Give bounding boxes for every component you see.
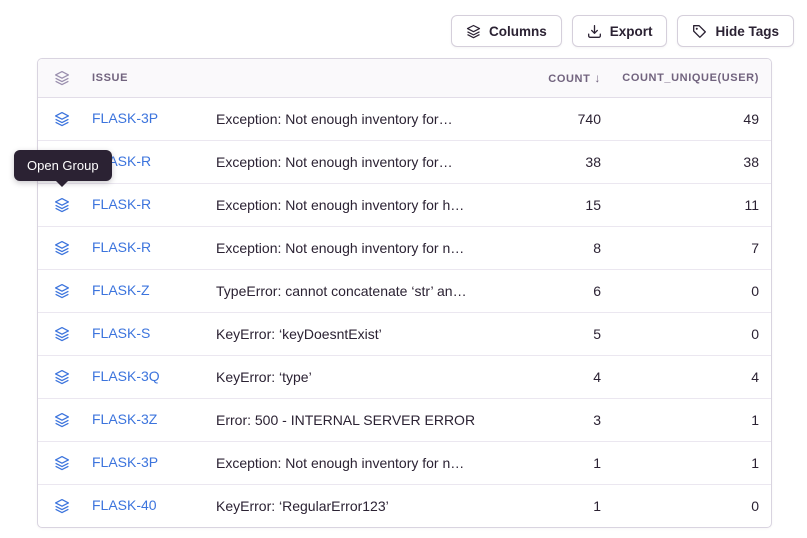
table-row: FLASK-3Z Error: 500 - INTERNAL SERVER ER… bbox=[38, 398, 771, 441]
open-group-icon[interactable] bbox=[54, 369, 70, 385]
issue-title: TypeError: cannot concatenate ‘str’ an… bbox=[208, 283, 481, 299]
count-unique-value: 11 bbox=[611, 197, 771, 213]
count-value: 8 bbox=[481, 240, 611, 256]
open-group-icon[interactable] bbox=[54, 111, 70, 127]
issue-link[interactable]: FLASK-40 bbox=[92, 497, 157, 513]
issue-link[interactable]: FLASK-R bbox=[92, 239, 151, 255]
issue-title: KeyError: ‘keyDoesntExist’ bbox=[208, 326, 481, 342]
column-header-count-unique[interactable]: COUNT_UNIQUE(USER) bbox=[611, 72, 771, 84]
count-unique-value: 1 bbox=[611, 412, 771, 428]
issues-table: ISSUE COUNT ↓ COUNT_UNIQUE(USER) FLASK-3P… bbox=[37, 58, 772, 528]
issue-link[interactable]: FLASK-3Z bbox=[92, 411, 157, 427]
table-row: FLASK-S KeyError: ‘keyDoesntExist’ 5 0 bbox=[38, 312, 771, 355]
sort-desc-icon: ↓ bbox=[594, 71, 601, 85]
open-group-icon[interactable] bbox=[54, 412, 70, 428]
column-header-count[interactable]: COUNT ↓ bbox=[481, 71, 611, 85]
open-group-tooltip: Open Group bbox=[14, 150, 112, 181]
hide-tags-button[interactable]: Hide Tags bbox=[677, 15, 794, 47]
issue-title: Exception: Not enough inventory for n… bbox=[208, 240, 481, 256]
columns-button-label: Columns bbox=[489, 24, 547, 39]
count-value: 15 bbox=[481, 197, 611, 213]
columns-button[interactable]: Columns bbox=[451, 15, 562, 47]
issue-link[interactable]: FLASK-S bbox=[92, 325, 150, 341]
toolbar: Columns Export Hide Tags bbox=[451, 15, 794, 47]
count-value: 4 bbox=[481, 369, 611, 385]
open-group-icon[interactable] bbox=[54, 197, 70, 213]
issue-link[interactable]: FLASK-R bbox=[92, 196, 151, 212]
issue-title: KeyError: ‘RegularError123’ bbox=[208, 498, 481, 514]
table-row: FLASK-R Exception: Not enough inventory … bbox=[38, 140, 771, 183]
issue-link[interactable]: FLASK-3Q bbox=[92, 368, 160, 384]
issue-title: KeyError: ‘type’ bbox=[208, 369, 481, 385]
table-row: FLASK-3Q KeyError: ‘type’ 4 4 bbox=[38, 355, 771, 398]
layers-icon bbox=[466, 24, 481, 39]
table-row: FLASK-3P Exception: Not enough inventory… bbox=[38, 441, 771, 484]
count-unique-value: 1 bbox=[611, 455, 771, 471]
table-row: FLASK-Z TypeError: cannot concatenate ‘s… bbox=[38, 269, 771, 312]
count-value: 3 bbox=[481, 412, 611, 428]
export-button-label: Export bbox=[610, 24, 653, 39]
open-group-icon[interactable] bbox=[54, 326, 70, 342]
count-value: 5 bbox=[481, 326, 611, 342]
issue-title: Exception: Not enough inventory for… bbox=[208, 111, 481, 127]
count-value: 6 bbox=[481, 283, 611, 299]
table-header-row: ISSUE COUNT ↓ COUNT_UNIQUE(USER) bbox=[38, 59, 771, 98]
table-row: FLASK-40 KeyError: ‘RegularError123’ 1 0 bbox=[38, 484, 771, 527]
open-group-icon[interactable] bbox=[54, 240, 70, 256]
count-unique-value: 0 bbox=[611, 283, 771, 299]
export-button[interactable]: Export bbox=[572, 15, 668, 47]
count-unique-value: 0 bbox=[611, 498, 771, 514]
open-group-icon[interactable] bbox=[54, 455, 70, 471]
issue-title: Exception: Not enough inventory for… bbox=[208, 154, 481, 170]
issue-title: Exception: Not enough inventory for n… bbox=[208, 455, 481, 471]
issue-title: Error: 500 - INTERNAL SERVER ERROR bbox=[208, 412, 481, 428]
download-icon bbox=[587, 24, 602, 39]
count-unique-value: 38 bbox=[611, 154, 771, 170]
open-group-icon[interactable] bbox=[54, 498, 70, 514]
column-header-issue[interactable]: ISSUE bbox=[86, 72, 208, 84]
issue-link[interactable]: FLASK-3P bbox=[92, 454, 158, 470]
table-row: FLASK-R Exception: Not enough inventory … bbox=[38, 226, 771, 269]
count-unique-value: 49 bbox=[611, 111, 771, 127]
count-unique-value: 4 bbox=[611, 369, 771, 385]
count-value: 38 bbox=[481, 154, 611, 170]
issue-title: Exception: Not enough inventory for h… bbox=[208, 197, 481, 213]
issue-column-layers-icon bbox=[38, 70, 86, 86]
count-value: 1 bbox=[481, 498, 611, 514]
hide-tags-button-label: Hide Tags bbox=[715, 24, 779, 39]
table-row: FLASK-3P Exception: Not enough inventory… bbox=[38, 98, 771, 140]
count-unique-value: 0 bbox=[611, 326, 771, 342]
issue-link[interactable]: FLASK-Z bbox=[92, 282, 150, 298]
count-value: 740 bbox=[481, 111, 611, 127]
open-group-icon[interactable] bbox=[54, 283, 70, 299]
table-row: FLASK-R Exception: Not enough inventory … bbox=[38, 183, 771, 226]
count-header-label: COUNT bbox=[548, 73, 590, 85]
tag-icon bbox=[692, 24, 707, 39]
count-value: 1 bbox=[481, 455, 611, 471]
count-unique-value: 7 bbox=[611, 240, 771, 256]
issue-link[interactable]: FLASK-3P bbox=[92, 110, 158, 126]
